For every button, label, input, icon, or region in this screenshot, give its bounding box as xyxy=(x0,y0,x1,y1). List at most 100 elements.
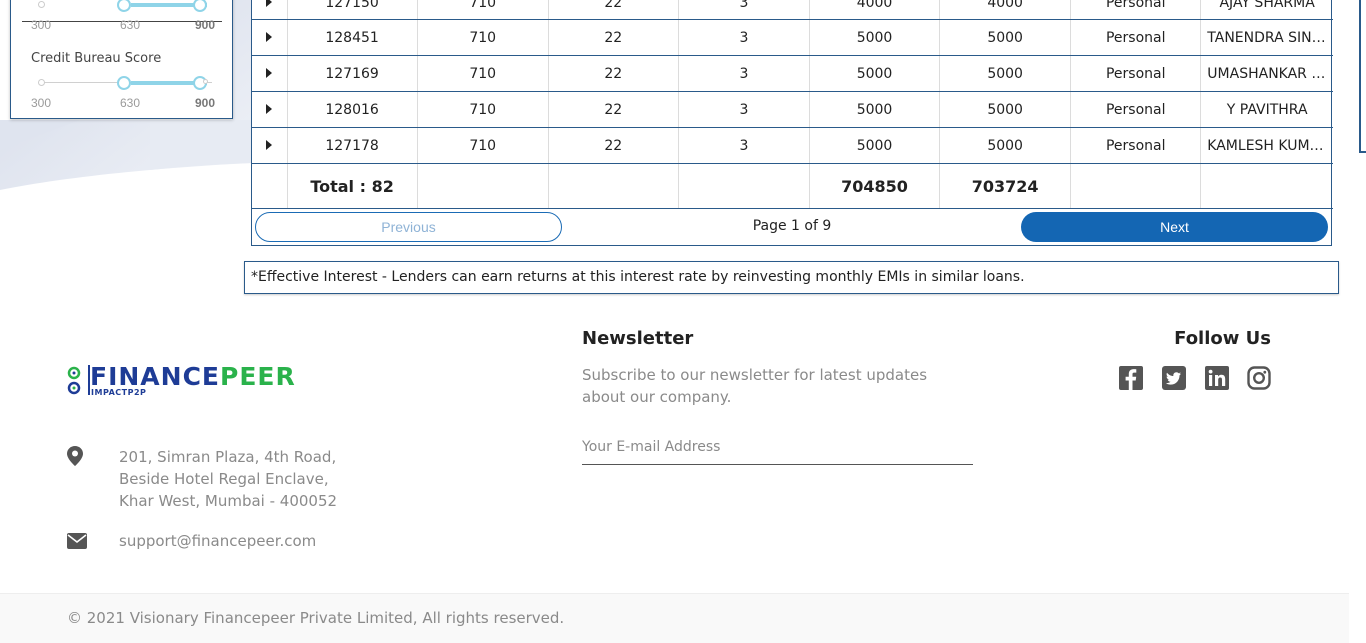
expand-cell[interactable] xyxy=(252,55,288,92)
table-cell: 5000 xyxy=(809,19,941,56)
financepeer-logo[interactable]: FINANCEPEER IMPACTP2P xyxy=(66,362,306,402)
table-cell: Personal xyxy=(1070,55,1202,92)
total-funded: 703724 xyxy=(939,163,1072,209)
table-cell: 3 xyxy=(678,55,810,92)
table-cell: 5000 xyxy=(809,55,941,92)
table-cell: 22 xyxy=(548,127,679,164)
envelope-icon xyxy=(67,533,87,549)
logo-wordmark: FINANCEPEER xyxy=(90,362,296,391)
table-cell: Personal xyxy=(1070,0,1202,20)
table-row[interactable]: 127178 710 22 3 5000 5000 Personal KAMLESH KUMA… xyxy=(252,127,1333,164)
address-line-3: Khar West, Mumbai - 400052 xyxy=(119,492,338,510)
copyright-text: © 2021 Visionary Financepeer Private Lim… xyxy=(67,609,565,627)
expand-row-icon[interactable] xyxy=(266,139,273,150)
table-cell: 127150 xyxy=(287,0,418,20)
total-count: Total : 82 xyxy=(287,163,418,209)
table-cell: 3 xyxy=(678,127,810,164)
loans-table-container: 127150 710 22 3 4000 4000 Personal AJAY SHARMA 1… xyxy=(251,0,1333,246)
tick-max: 900 xyxy=(195,96,216,110)
slider-min-dot xyxy=(38,1,45,8)
tick-min: 300 xyxy=(31,96,52,110)
newsletter-email-input[interactable] xyxy=(582,430,973,465)
table-cell: 710 xyxy=(417,55,549,92)
table-cell: 4000 xyxy=(809,0,941,20)
table-cell: 5000 xyxy=(939,91,1072,128)
table-cell: 710 xyxy=(417,0,549,20)
slider-left-handle[interactable] xyxy=(117,76,131,90)
table-cell: AJAY SHARMA xyxy=(1200,0,1333,20)
table-cell: 5000 xyxy=(809,91,941,128)
table-cell: Personal xyxy=(1070,127,1202,164)
table-cell: 5000 xyxy=(939,127,1072,164)
table-cell: KAMLESH KUMA... xyxy=(1200,127,1333,164)
total-row: Total : 82 704850 703724 xyxy=(252,163,1333,209)
expand-row-icon[interactable] xyxy=(266,31,273,42)
expand-cell[interactable] xyxy=(252,127,288,164)
table-cell: UMASHANKAR B... xyxy=(1200,55,1333,92)
credit-bureau-label: Credit Bureau Score xyxy=(31,51,162,66)
newsletter-description: Subscribe to our newsletter for latest u… xyxy=(582,366,928,406)
twitter-icon[interactable] xyxy=(1162,366,1186,390)
slider-right-handle[interactable] xyxy=(193,0,207,12)
expand-row-icon[interactable] xyxy=(266,103,273,114)
logo-text-peer: PEER xyxy=(220,362,296,391)
table-row[interactable]: 128016 710 22 3 5000 5000 Personal Y PAVITHRA xyxy=(252,91,1333,128)
expand-cell[interactable] xyxy=(252,19,288,56)
logo-subtext: IMPACTP2P xyxy=(91,388,147,397)
table-row[interactable]: 127150 710 22 3 4000 4000 Personal AJAY SHARMA xyxy=(252,0,1333,20)
location-pin-icon xyxy=(67,446,83,466)
linkedin-icon[interactable] xyxy=(1205,366,1229,390)
effective-interest-note: *Effective Interest - Lenders can earn r… xyxy=(244,261,1339,294)
table-cell: 22 xyxy=(548,19,679,56)
loans-table: 127150 710 22 3 4000 4000 Personal AJAY SHARMA 1… xyxy=(252,0,1333,209)
empty-cell xyxy=(252,163,288,209)
expand-cell[interactable] xyxy=(252,91,288,128)
table-cell: 710 xyxy=(417,19,549,56)
expand-row-icon[interactable] xyxy=(266,0,273,7)
empty-cell xyxy=(548,163,679,209)
total-amount: 704850 xyxy=(809,163,941,209)
table-cell: 128451 xyxy=(287,19,418,56)
slider-max-dot xyxy=(203,79,208,84)
table-cell: 22 xyxy=(548,55,679,92)
empty-cell xyxy=(678,163,810,209)
expand-row-icon[interactable] xyxy=(266,67,273,78)
table-cell: Personal xyxy=(1070,91,1202,128)
table-cell: 22 xyxy=(548,0,679,20)
table-cell: Y PAVITHRA xyxy=(1200,91,1333,128)
address-line-2: Beside Hotel Regal Enclave, xyxy=(119,470,329,488)
next-button[interactable]: Next xyxy=(1021,212,1328,242)
logo-mark-icon xyxy=(67,366,81,395)
follow-us-title: Follow Us xyxy=(1174,328,1271,349)
address-line-1: 201, Simran Plaza, 4th Road, xyxy=(119,448,337,466)
filter-panel: 300 630 900 Credit Bureau Score 300 630 … xyxy=(10,0,233,119)
tick-mid: 630 xyxy=(120,96,141,110)
table-cell: 5000 xyxy=(939,55,1072,92)
table-cell: Personal xyxy=(1070,19,1202,56)
table-cell: 5000 xyxy=(809,127,941,164)
table-cell: 4000 xyxy=(939,0,1072,20)
tick-mid: 630 xyxy=(120,18,141,32)
empty-cell xyxy=(417,163,549,209)
table-cell: 128016 xyxy=(287,91,418,128)
expand-cell[interactable] xyxy=(252,0,288,20)
newsletter-title: Newsletter xyxy=(582,328,694,349)
pagination: Previous Page 1 of 9 Next xyxy=(252,208,1331,244)
table-row[interactable]: 128451 710 22 3 5000 5000 Personal TANENDRA SIN… xyxy=(252,19,1333,56)
empty-cell xyxy=(1200,163,1333,209)
table-cell: TANENDRA SINGH xyxy=(1200,19,1333,56)
table-cell: 710 xyxy=(417,127,549,164)
table-cell: 5000 xyxy=(939,19,1072,56)
side-card-edge xyxy=(1359,0,1366,153)
facebook-icon[interactable] xyxy=(1119,366,1143,390)
address: 201, Simran Plaza, 4th Road, Beside Hote… xyxy=(119,446,337,512)
logo-text-finance: FINANCE xyxy=(90,362,220,391)
table-row[interactable]: 127169 710 22 3 5000 5000 Personal UMASHANKAR B… xyxy=(252,55,1333,92)
table-cell: 127178 xyxy=(287,127,418,164)
previous-button[interactable]: Previous xyxy=(255,212,562,242)
slider-left-handle[interactable] xyxy=(117,0,131,12)
slider-min-dot xyxy=(38,79,45,86)
instagram-icon[interactable] xyxy=(1247,366,1271,390)
support-email-link[interactable]: support@financepeer.com xyxy=(119,532,316,550)
table-cell: 3 xyxy=(678,0,810,20)
